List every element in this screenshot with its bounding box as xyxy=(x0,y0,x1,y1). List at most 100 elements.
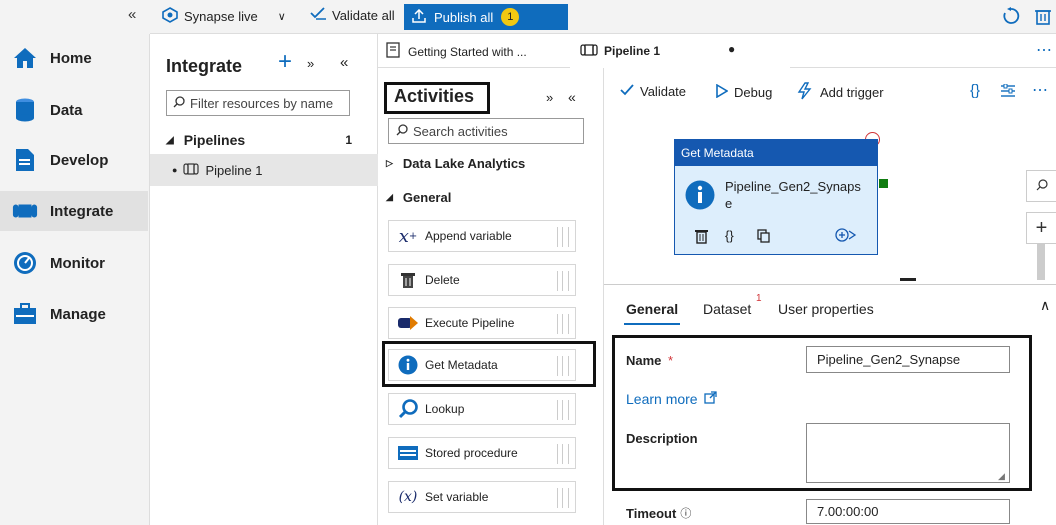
zoom-slider[interactable] xyxy=(1037,244,1045,280)
pipeline-icon xyxy=(183,162,200,178)
synapse-icon xyxy=(162,7,178,26)
canvas-search-button[interactable] xyxy=(1026,170,1056,202)
drag-handle-icon[interactable] xyxy=(557,356,569,376)
search-activities-placeholder: Search activities xyxy=(413,123,508,139)
debug-button[interactable]: Debug xyxy=(716,83,773,101)
node-header: Get Metadata xyxy=(675,140,877,166)
play-icon xyxy=(716,83,729,101)
activities-title: Activities xyxy=(394,86,475,106)
filter-placeholder: Filter resources by name xyxy=(190,95,334,111)
name-label: Name xyxy=(626,353,662,368)
tab-general[interactable]: General xyxy=(626,301,678,317)
activity-execute-pipeline[interactable]: Execute Pipeline xyxy=(388,307,576,339)
drag-handle-icon[interactable] xyxy=(557,444,569,464)
nav-monitor[interactable]: Monitor xyxy=(0,243,148,283)
collapse-all-icon[interactable]: » xyxy=(307,56,314,71)
node-code-icon[interactable]: {} xyxy=(725,228,734,243)
integrate-panel: Integrate + » « Filter resources by name… xyxy=(150,34,378,525)
nav-home[interactable]: Home xyxy=(0,38,148,78)
pipelines-label: Pipelines xyxy=(183,132,246,148)
description-input[interactable] xyxy=(806,423,1010,483)
drag-handle-icon[interactable] xyxy=(557,314,569,334)
drag-handle-icon[interactable] xyxy=(557,271,569,291)
activity-stored-procedure[interactable]: Stored procedure xyxy=(388,437,576,469)
activity-get-metadata[interactable]: Get Metadata xyxy=(388,349,576,381)
node-delete-icon[interactable] xyxy=(695,229,708,247)
lightning-icon xyxy=(796,82,814,103)
code-view-icon[interactable]: {} xyxy=(970,82,980,99)
filter-resources-input[interactable]: Filter resources by name xyxy=(166,90,350,116)
pipelines-group[interactable]: ◢ Pipelines 1 xyxy=(166,130,362,150)
node-name-line2: e xyxy=(725,196,733,211)
nav-data-label: Data xyxy=(50,101,83,119)
resize-grip-icon[interactable]: ◢ xyxy=(998,471,1005,482)
group-data-lake-analytics[interactable]: ▷ Data Lake Analytics xyxy=(386,156,525,171)
active-tab-underline xyxy=(624,323,680,325)
search-icon xyxy=(173,95,185,111)
validate-button[interactable]: Validate xyxy=(620,84,686,99)
pipeline-canvas[interactable]: Validate Debug Add trigger {} ⋯ Get Meta… xyxy=(604,68,1056,284)
external-link-icon xyxy=(703,391,717,407)
get-metadata-node[interactable]: Get Metadata Pipeline_Gen2_Synaps e {} xyxy=(674,139,878,255)
required-mark: * xyxy=(668,353,674,368)
left-navigation: Home Data Develop Integrate Monitor Mana… xyxy=(0,0,150,525)
collapse-nav-button[interactable]: « xyxy=(128,6,136,23)
publish-all-button[interactable]: Publish all 1 xyxy=(404,4,568,30)
add-resource-button[interactable]: + xyxy=(278,48,292,76)
node-copy-icon[interactable] xyxy=(757,229,770,246)
description-label: Description xyxy=(626,431,698,446)
activity-lookup[interactable]: Lookup xyxy=(388,393,576,425)
top-bar: Synapse live ∨ Validate all Publish all … xyxy=(150,0,1056,34)
nav-data[interactable]: Data xyxy=(0,90,148,130)
learn-more-link[interactable]: Learn more xyxy=(626,391,717,407)
caret-down-icon: ◢ xyxy=(166,134,174,146)
validate-all-button[interactable]: Validate all xyxy=(310,7,395,24)
debug-label: Debug xyxy=(734,85,773,100)
properties-icon[interactable] xyxy=(1000,83,1016,101)
activity-label: Lookup xyxy=(425,402,465,416)
collapse-panel-icon[interactable]: « xyxy=(340,54,348,71)
nav-integrate[interactable]: Integrate xyxy=(0,191,148,231)
append-variable-icon: x + xyxy=(398,225,418,247)
add-trigger-button[interactable]: Add trigger xyxy=(796,82,884,103)
drag-handle-icon[interactable] xyxy=(557,227,569,247)
document-icon xyxy=(12,147,38,173)
search-activities-input[interactable]: Search activities xyxy=(388,118,584,144)
refresh-icon[interactable] xyxy=(1002,7,1020,28)
more-options-icon[interactable]: ⋯ xyxy=(1032,80,1048,100)
pipeline-1-item[interactable]: ● Pipeline 1 xyxy=(150,154,378,186)
add-trigger-label: Add trigger xyxy=(820,85,884,100)
publish-all-label: Publish all xyxy=(434,9,494,25)
activity-append-variable[interactable]: x + Append variable xyxy=(388,220,576,252)
panel-resize-handle[interactable] xyxy=(900,278,916,281)
trash-icon xyxy=(397,269,419,291)
nav-develop[interactable]: Develop xyxy=(0,140,148,180)
nav-manage[interactable]: Manage xyxy=(0,294,148,334)
activity-delete[interactable]: Delete xyxy=(388,264,576,296)
drag-handle-icon[interactable] xyxy=(557,400,569,420)
group-general[interactable]: ◢ General xyxy=(386,190,451,205)
tab-getting-started[interactable]: Getting Started with ... xyxy=(386,42,527,61)
unsaved-dot-icon: ● xyxy=(728,42,736,56)
collapse-panel-icon[interactable]: ∧ xyxy=(1040,297,1050,314)
tab-dataset[interactable]: Dataset xyxy=(703,301,751,317)
node-add-output-icon[interactable] xyxy=(835,228,857,245)
name-input[interactable]: Pipeline_Gen2_Synapse xyxy=(806,346,1010,373)
notebook-icon xyxy=(386,42,400,61)
node-success-port[interactable] xyxy=(879,179,888,188)
caret-down-icon: ◢ xyxy=(386,192,393,202)
nav-manage-label: Manage xyxy=(50,305,106,323)
discard-icon[interactable] xyxy=(1034,7,1052,28)
collapse-all-icon[interactable]: » xyxy=(546,90,553,105)
timeout-input[interactable]: 7.00:00:00 xyxy=(806,499,1010,524)
zoom-in-button[interactable]: + xyxy=(1026,212,1056,244)
tab-pipeline-1[interactable]: Pipeline 1 ● xyxy=(570,34,790,68)
activities-panel: Activities » « Search activities ▷ Data … xyxy=(378,68,604,525)
collapse-panel-icon[interactable]: « xyxy=(568,89,576,105)
drag-handle-icon[interactable] xyxy=(557,488,569,508)
node-name-line1: Pipeline_Gen2_Synaps xyxy=(725,179,861,194)
activity-set-variable[interactable]: (x) Set variable xyxy=(388,481,576,513)
more-tabs-icon[interactable]: ⋯ xyxy=(1036,40,1052,60)
synapse-live-dropdown[interactable]: Synapse live ∨ xyxy=(162,7,286,26)
tab-user-properties[interactable]: User properties xyxy=(778,301,874,317)
